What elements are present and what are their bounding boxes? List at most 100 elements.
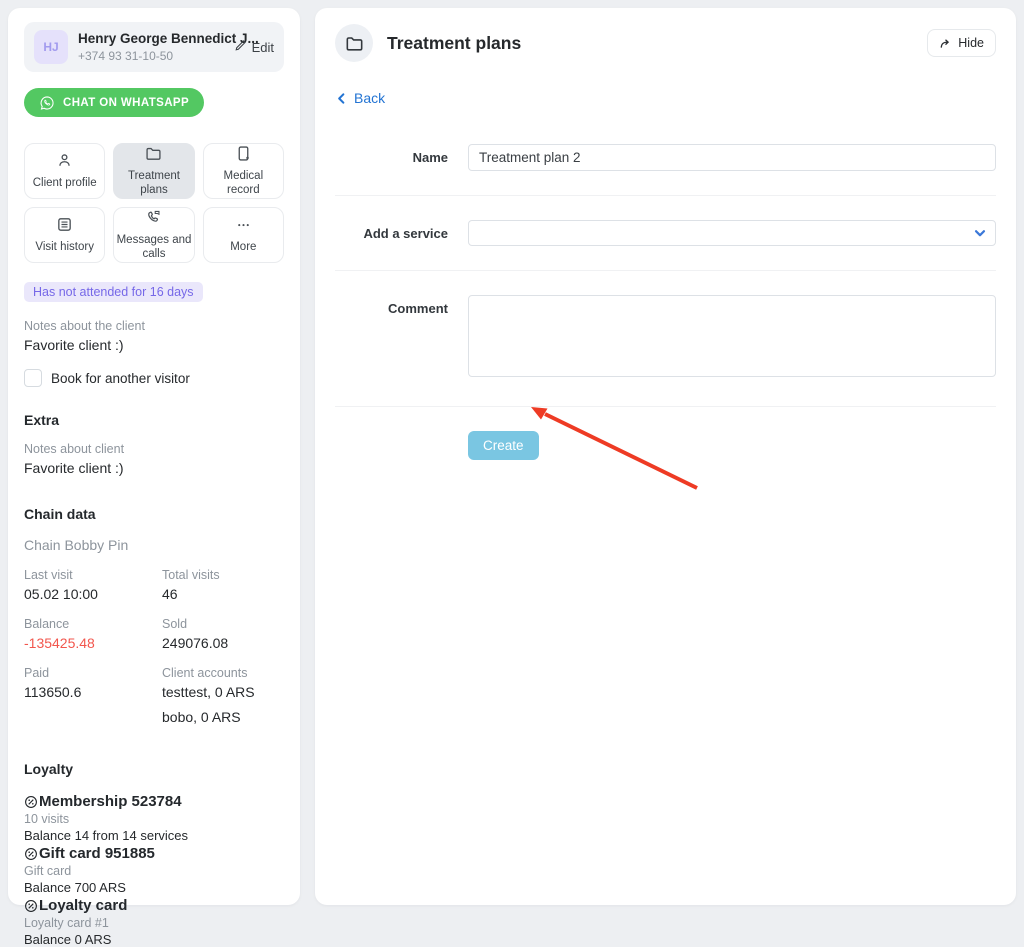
visit-history-icon (56, 216, 73, 237)
tab-more[interactable]: More (203, 207, 284, 263)
chain-data-heading: Chain data (24, 506, 284, 522)
name-input[interactable] (468, 144, 996, 171)
hide-button[interactable]: Hide (927, 29, 996, 57)
medical-record-icon (235, 145, 252, 166)
pencil-icon (234, 39, 247, 55)
loyalty-item-subtitle: Loyalty card #1 (24, 916, 284, 930)
loyalty-item-title: Gift card 951885 (39, 845, 155, 862)
tab-label: Medical record (206, 170, 281, 196)
stat-label: Total visits (162, 568, 284, 582)
client-sidebar: HJ Henry George Bennedict J... +374 93 3… (8, 8, 300, 905)
attendance-badge: Has not attended for 16 days (24, 282, 203, 302)
tab-treatment-plans[interactable]: Treatment plans (113, 143, 194, 199)
client-meta: Henry George Bennedict J... +374 93 31-1… (78, 31, 234, 63)
notes-about-client-value: Favorite client :) (24, 337, 284, 353)
hide-arrow-icon (939, 37, 952, 50)
divider (335, 195, 996, 196)
phone-message-icon (145, 209, 162, 230)
back-link[interactable]: Back (335, 90, 385, 106)
loyalty-item-loyalty-card: Loyalty card Loyalty card #1 Balance 0 A… (24, 897, 284, 947)
extra-notes-label: Notes about client (24, 442, 284, 456)
avatar: HJ (34, 30, 68, 64)
stat-value: 249076.08 (162, 635, 284, 651)
checkbox-label: Book for another visitor (51, 371, 190, 386)
checkbox[interactable] (24, 369, 42, 387)
person-icon (56, 152, 73, 173)
client-phone: +374 93 31-10-50 (78, 49, 234, 63)
tab-messages-and-calls[interactable]: Messages and calls (113, 207, 194, 263)
loyalty-item-title-row: Membership 523784 (24, 793, 284, 810)
divider (335, 406, 996, 407)
tab-label: Messages and calls (116, 234, 191, 260)
loyalty-item-membership: Membership 523784 10 visits Balance 14 f… (24, 793, 284, 843)
stat-last-visit: Last visit 05.02 10:00 (24, 568, 162, 602)
divider (335, 270, 996, 271)
tab-medical-record[interactable]: Medical record (203, 143, 284, 199)
extra-notes-value: Favorite client :) (24, 460, 284, 476)
loyalty-item-subtitle: Gift card (24, 864, 284, 878)
loyalty-item-title: Membership 523784 (39, 793, 182, 810)
edit-client-button[interactable]: Edit (234, 39, 274, 55)
treatment-plans-panel: Treatment plans Hide Back Name Add a ser… (315, 8, 1016, 905)
stat-label: Client accounts (162, 666, 284, 680)
tab-label: Client profile (33, 177, 97, 190)
client-summary-chip: HJ Henry George Bennedict J... +374 93 3… (24, 22, 284, 72)
stat-value: testtest, 0 ARS (162, 684, 284, 700)
name-label: Name (335, 144, 448, 165)
tab-visit-history[interactable]: Visit history (24, 207, 105, 263)
back-link-label: Back (354, 90, 385, 106)
page-title: Treatment plans (387, 33, 521, 54)
chain-name: Chain Bobby Pin (24, 537, 284, 553)
folder-icon-circle (335, 24, 373, 62)
stat-client-accounts: Client accounts testtest, 0 ARS bobo, 0 … (162, 666, 284, 725)
folder-icon (145, 145, 162, 166)
loyalty-item-gift-card: Gift card 951885 Gift card Balance 700 A… (24, 845, 284, 895)
add-service-select[interactable] (468, 220, 996, 246)
stat-label: Balance (24, 617, 162, 631)
client-name: Henry George Bennedict J... (78, 31, 234, 46)
percent-icon (24, 847, 39, 861)
more-icon (235, 216, 252, 237)
name-row: Name (335, 144, 996, 171)
chain-stats: Last visit 05.02 10:00 Total visits 46 B… (24, 568, 284, 725)
percent-icon (24, 795, 39, 809)
loyalty-item-title: Loyalty card (39, 897, 127, 914)
panel-header: Treatment plans Hide (335, 24, 996, 62)
chat-on-whatsapp-button[interactable]: CHAT ON WHATSAPP (24, 88, 204, 117)
loyalty-list: Membership 523784 10 visits Balance 14 f… (24, 793, 284, 947)
create-button[interactable]: Create (468, 431, 539, 460)
percent-icon (24, 899, 39, 913)
whatsapp-button-label: CHAT ON WHATSAPP (63, 97, 189, 109)
stat-value: bobo, 0 ARS (162, 709, 284, 725)
comment-label: Comment (335, 295, 448, 316)
stat-total-visits: Total visits 46 (162, 568, 284, 602)
loyalty-item-balance: Balance 700 ARS (24, 880, 284, 895)
hide-button-label: Hide (958, 36, 984, 50)
chevron-down-icon (973, 226, 987, 240)
tab-client-profile[interactable]: Client profile (24, 143, 105, 199)
client-tabs: Client profile Treatment plans Medical r… (24, 143, 284, 263)
add-service-row: Add a service (335, 220, 996, 246)
stat-label: Last visit (24, 568, 162, 582)
chevron-left-icon (335, 92, 348, 105)
stat-label: Sold (162, 617, 284, 631)
treatment-plan-form: Name Add a service Comment (335, 144, 996, 460)
book-for-another-visitor-checkbox-row[interactable]: Book for another visitor (24, 369, 284, 387)
loyalty-item-title-row: Loyalty card (24, 897, 284, 914)
whatsapp-icon (39, 95, 55, 111)
comment-row: Comment (335, 295, 996, 382)
extra-heading: Extra (24, 412, 284, 428)
stat-value: 113650.6 (24, 684, 162, 700)
tab-label: Visit history (35, 241, 94, 254)
loyalty-item-subtitle: 10 visits (24, 812, 284, 826)
stat-value: 05.02 10:00 (24, 586, 162, 602)
loyalty-heading: Loyalty (24, 761, 284, 777)
add-service-label: Add a service (335, 220, 448, 241)
loyalty-item-balance: Balance 14 from 14 services (24, 828, 284, 843)
stat-value-negative: -135425.48 (24, 635, 162, 651)
stat-value: 46 (162, 586, 284, 602)
folder-icon (345, 34, 364, 53)
stat-label: Paid (24, 666, 162, 680)
comment-textarea[interactable] (468, 295, 996, 377)
stat-balance: Balance -135425.48 (24, 617, 162, 651)
